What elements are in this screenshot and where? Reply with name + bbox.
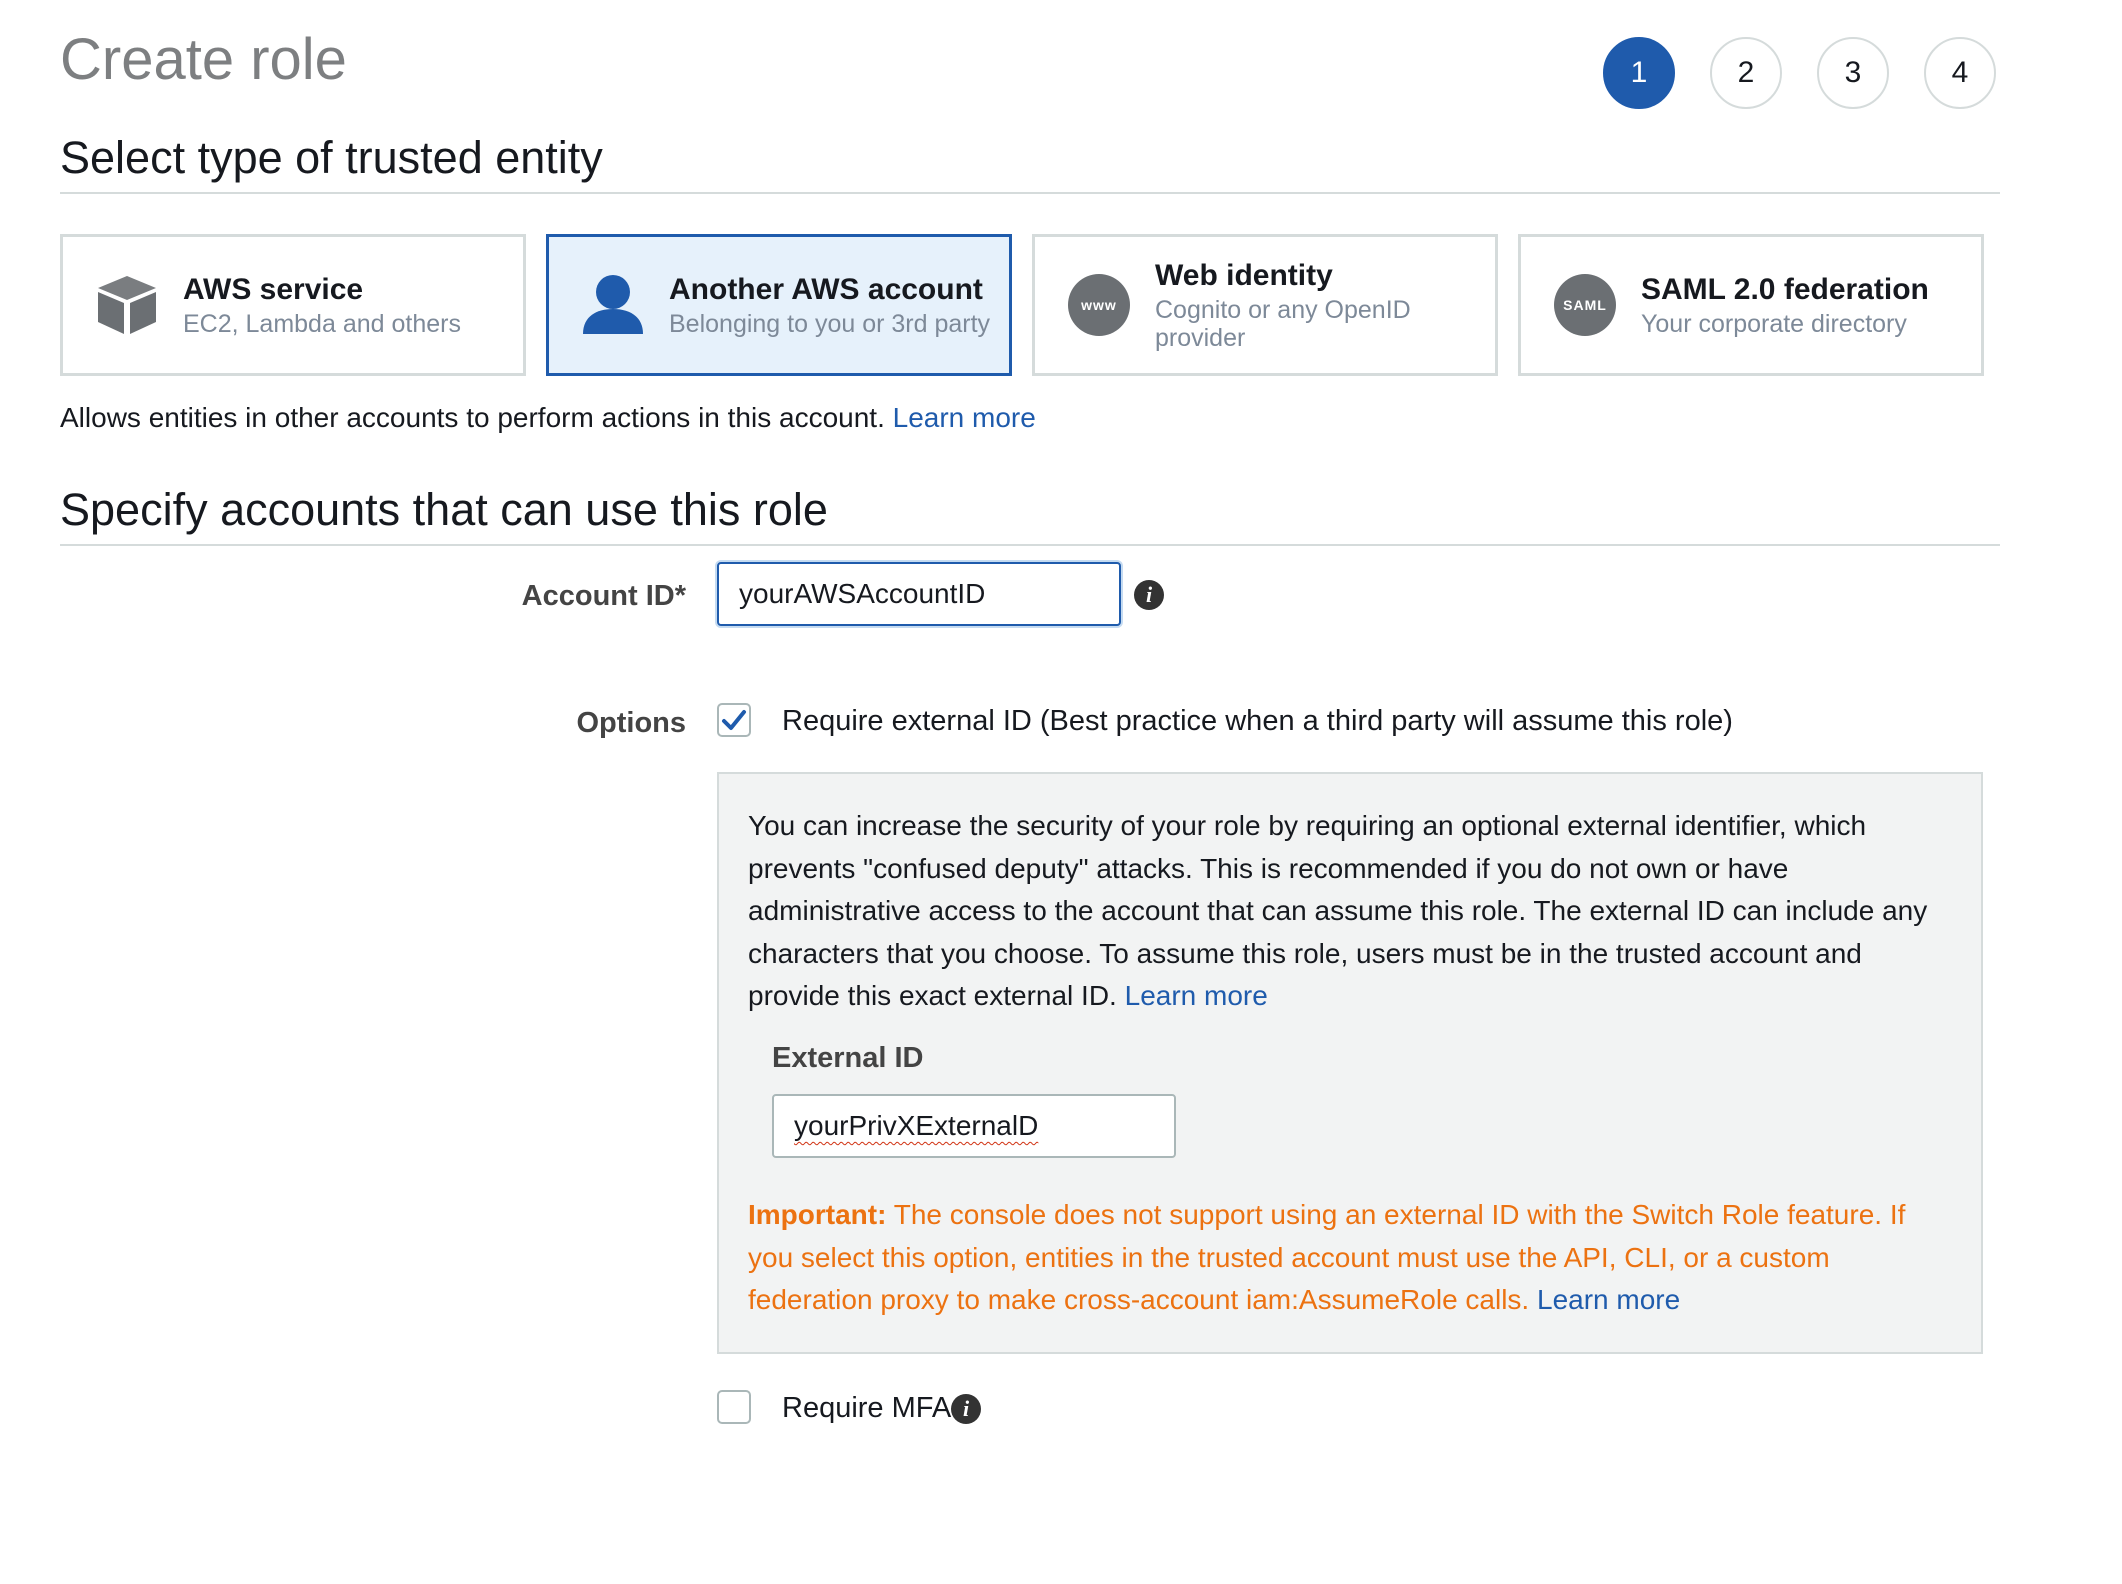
external-id-input[interactable]: yourPrivXExternalD xyxy=(772,1094,1176,1158)
tile-title: SAML 2.0 federation xyxy=(1641,273,1929,306)
info-icon[interactable]: i xyxy=(951,1394,981,1424)
step-3[interactable]: 3 xyxy=(1817,37,1889,109)
user-icon xyxy=(579,271,647,339)
require-mfa-checkbox[interactable] xyxy=(717,1390,751,1424)
tile-subtitle: Belonging to you or 3rd party xyxy=(669,310,991,338)
entity-description: Allows entities in other accounts to per… xyxy=(60,402,1036,433)
require-mfa-label: Require MFA xyxy=(782,1392,952,1424)
trusted-entity-heading: Select type of trusted entity xyxy=(60,132,603,183)
saml-icon: SAML xyxy=(1551,271,1619,339)
cube-icon xyxy=(93,271,161,339)
external-id-help-text: You can increase the security of your ro… xyxy=(748,810,1928,1011)
learn-more-link[interactable]: Learn more xyxy=(1125,980,1268,1011)
require-external-id-checkbox[interactable] xyxy=(717,703,751,737)
learn-more-link[interactable]: Learn more xyxy=(1537,1284,1680,1315)
learn-more-link[interactable]: Learn more xyxy=(893,402,1036,433)
step-1[interactable]: 1 xyxy=(1603,37,1675,109)
tile-title: Another AWS account xyxy=(669,273,983,306)
tile-subtitle: Cognito or any OpenID provider xyxy=(1155,296,1411,352)
info-icon[interactable]: i xyxy=(1134,580,1164,610)
external-id-label: External ID xyxy=(772,1042,924,1074)
accounts-heading: Specify accounts that can use this role xyxy=(60,484,828,535)
tile-subtitle: Your corporate directory xyxy=(1641,310,1907,338)
important-note: Important: The console does not support … xyxy=(748,1199,1906,1315)
page-title: Create role xyxy=(60,27,347,92)
tile-aws-service[interactable]: AWS service EC2, Lambda and others xyxy=(60,234,526,376)
tile-another-aws-account[interactable]: Another AWS account Belonging to you or … xyxy=(546,234,1012,376)
require-external-id-label: Require external ID (Best practice when … xyxy=(782,705,1733,737)
options-label: Options xyxy=(576,707,686,739)
tile-subtitle: EC2, Lambda and others xyxy=(183,310,461,338)
step-4[interactable]: 4 xyxy=(1924,37,1996,109)
step-2[interactable]: 2 xyxy=(1710,37,1782,109)
tile-saml-federation[interactable]: SAML SAML 2.0 federation Your corporate … xyxy=(1518,234,1984,376)
www-icon: www xyxy=(1065,271,1133,339)
checkmark-icon xyxy=(722,710,746,730)
section-divider xyxy=(60,192,2000,194)
tile-title: AWS service xyxy=(183,273,364,306)
tile-title: Web identity xyxy=(1155,259,1333,292)
tile-web-identity[interactable]: www Web identity Cognito or any OpenID p… xyxy=(1032,234,1498,376)
section-divider xyxy=(60,544,2000,546)
account-id-label: Account ID* xyxy=(521,580,686,612)
account-id-input[interactable]: yourAWSAccountID xyxy=(717,562,1121,626)
